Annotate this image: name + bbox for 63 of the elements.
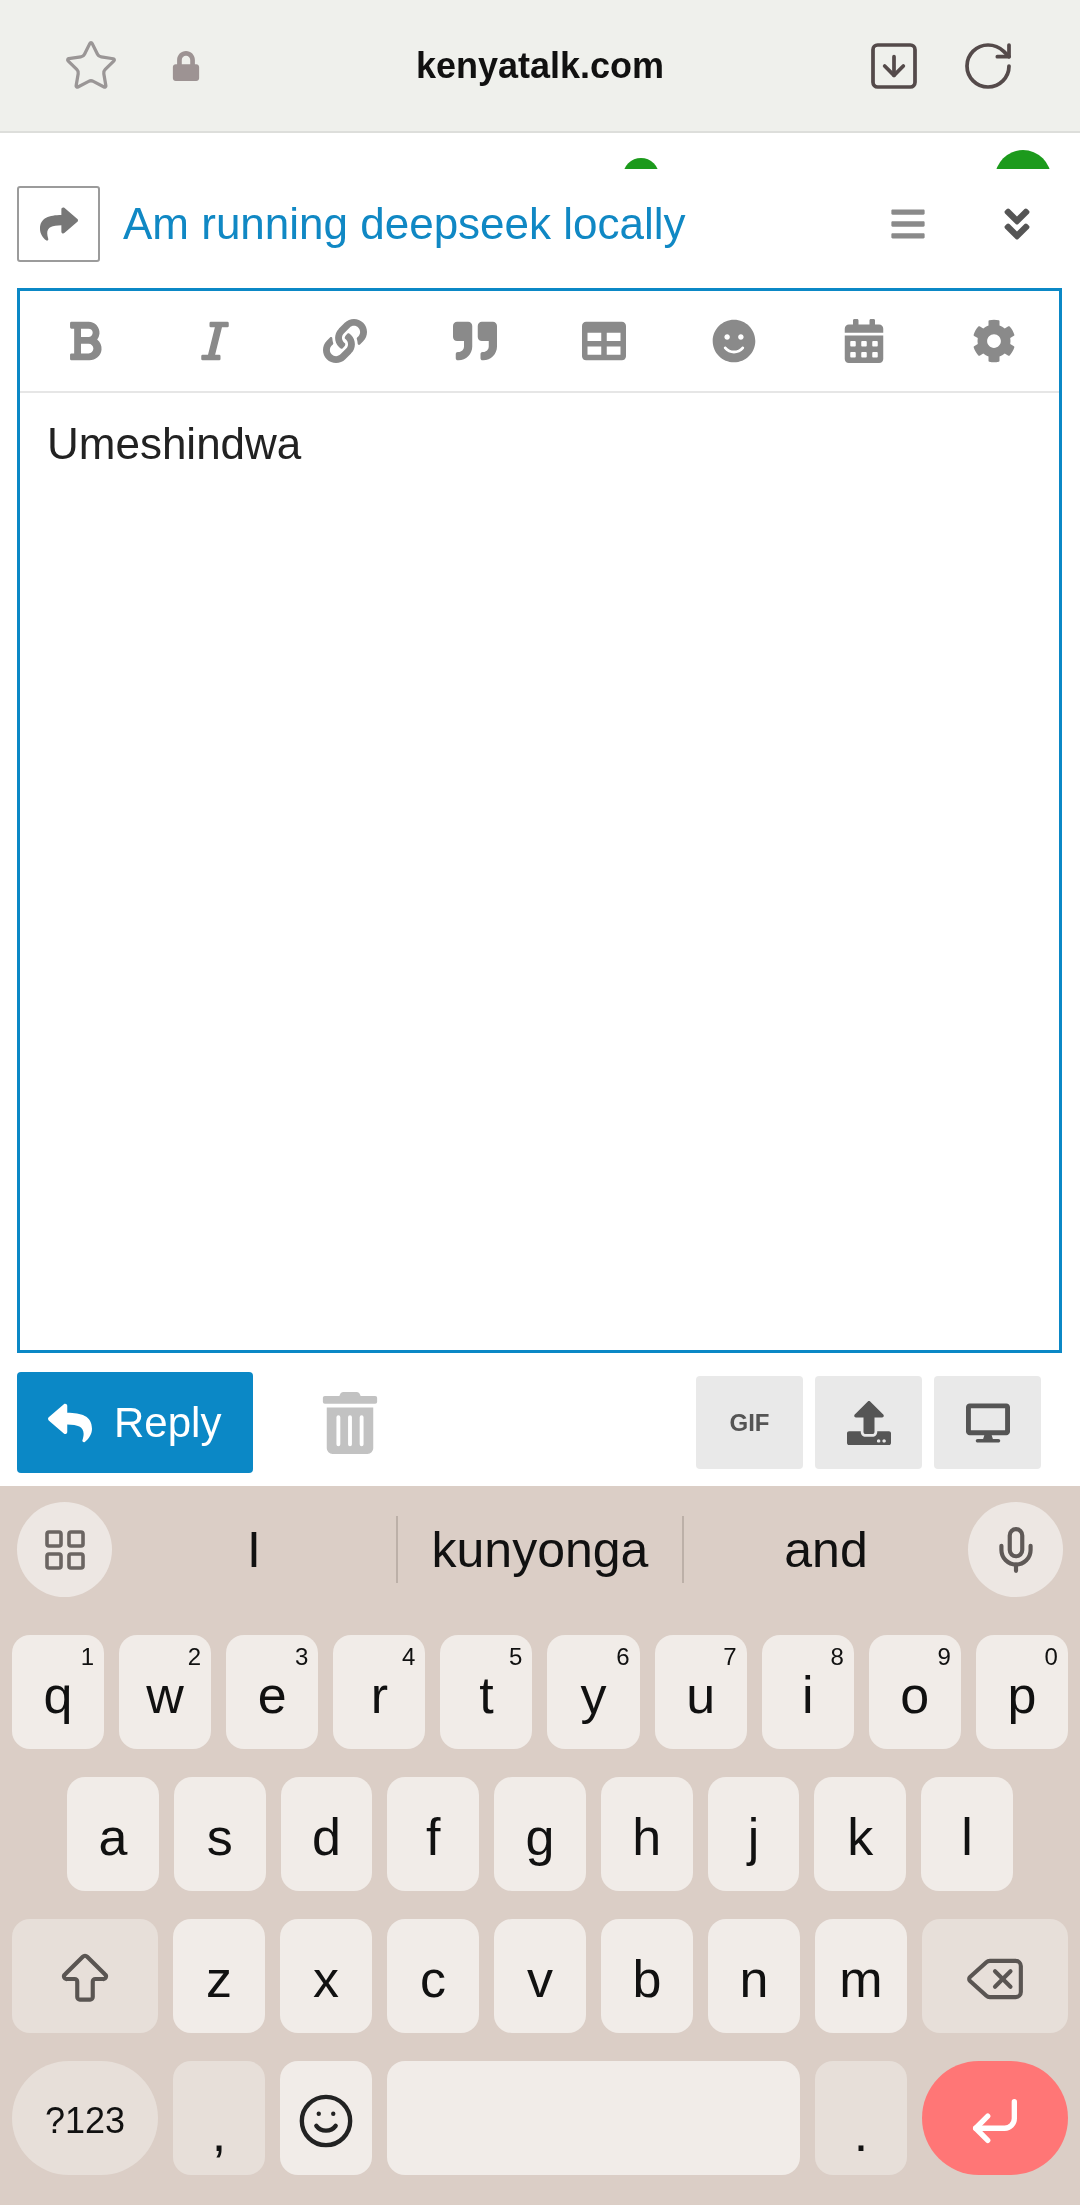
keyboard-key[interactable]: , — [173, 2061, 265, 2175]
keyboard-key[interactable]: n — [708, 1919, 800, 2033]
reply-button[interactable]: Reply — [17, 1372, 253, 1473]
keyboard-key[interactable]: a — [67, 1777, 159, 1891]
keyboard-key[interactable]: h — [600, 1777, 693, 1891]
url-text[interactable]: kenyatalk.com — [415, 44, 665, 87]
key-hint: 8 — [830, 1645, 844, 1669]
emoji-key[interactable] — [280, 2061, 372, 2175]
suggestion-item[interactable]: kunyonga — [431, 1520, 649, 1579]
keyboard-key[interactable]: u 7 — [654, 1635, 747, 1749]
key-hint: 3 — [294, 1645, 309, 1669]
settings-icon[interactable] — [972, 319, 1017, 363]
key-hint: 7 — [723, 1645, 737, 1669]
keyboard-key[interactable]: t 5 — [440, 1635, 533, 1749]
share-button[interactable] — [17, 186, 100, 262]
upload-button[interactable] — [815, 1376, 922, 1469]
lock-icon — [171, 50, 201, 81]
keyboard-key[interactable]: x — [280, 1919, 372, 2033]
keyboard-key[interactable]: w 2 — [119, 1635, 212, 1749]
keyboard-key[interactable]: i 8 — [761, 1635, 854, 1749]
link-icon[interactable] — [322, 319, 367, 363]
topic-title[interactable]: Am running deepseek locally — [123, 199, 686, 249]
key-hint: 5 — [509, 1645, 523, 1669]
keyboard-key[interactable]: r 4 — [333, 1635, 426, 1749]
key-hint: 4 — [402, 1645, 416, 1669]
keyboard-key[interactable]: g — [494, 1777, 586, 1891]
keyboard-key[interactable]: j — [707, 1777, 800, 1891]
keyboard-key[interactable]: y 6 — [547, 1635, 640, 1749]
key-hint: 1 — [80, 1645, 95, 1669]
keyboard-key[interactable]: b — [601, 1919, 693, 2033]
share-arrow-icon — [39, 205, 78, 243]
key-hint: 9 — [937, 1645, 951, 1669]
key-hint: 0 — [1044, 1645, 1058, 1669]
shift-key[interactable] — [12, 1919, 158, 2033]
keyboard-key[interactable]: z — [173, 1919, 265, 2033]
keyboard-key[interactable]: v — [494, 1919, 586, 2033]
smiley-icon[interactable] — [712, 319, 757, 363]
keyboard-key[interactable]: d — [280, 1777, 373, 1891]
editor-field[interactable]: Umeshindwa — [20, 393, 1059, 1350]
backspace-key[interactable] — [922, 1919, 1068, 2033]
keyboard-key[interactable]: e 3 — [226, 1635, 319, 1749]
keyboard-key[interactable]: . — [815, 2061, 907, 2175]
key-hint: 6 — [616, 1645, 630, 1669]
keyboard-key[interactable]: o 9 — [868, 1635, 961, 1749]
suggestion-item[interactable]: I — [247, 1520, 261, 1579]
quote-icon[interactable] — [452, 319, 497, 363]
preview-button[interactable] — [934, 1376, 1041, 1469]
smiley-icon — [297, 2092, 355, 2150]
symbols-key[interactable]: ?123 — [12, 2061, 158, 2175]
keyboard-key[interactable]: p 0 — [975, 1635, 1068, 1749]
upload-icon — [846, 1400, 891, 1445]
gif-button[interactable]: GIF — [696, 1376, 803, 1469]
keyboard-key[interactable]: q 1 — [12, 1635, 105, 1749]
table-icon[interactable] — [582, 319, 627, 363]
monitor-icon — [965, 1400, 1010, 1445]
keyboard-key[interactable]: k — [814, 1777, 907, 1891]
suggestion-item[interactable]: and — [784, 1520, 868, 1579]
keyboard-key[interactable]: c — [387, 1919, 479, 2033]
keyboard-key[interactable]: s — [173, 1777, 266, 1891]
keyboard-key[interactable]: m — [815, 1919, 907, 2033]
key-hint: 2 — [187, 1645, 202, 1669]
keyboard-key[interactable]: l — [921, 1777, 1014, 1891]
keyboard-key[interactable]: f — [387, 1777, 480, 1891]
